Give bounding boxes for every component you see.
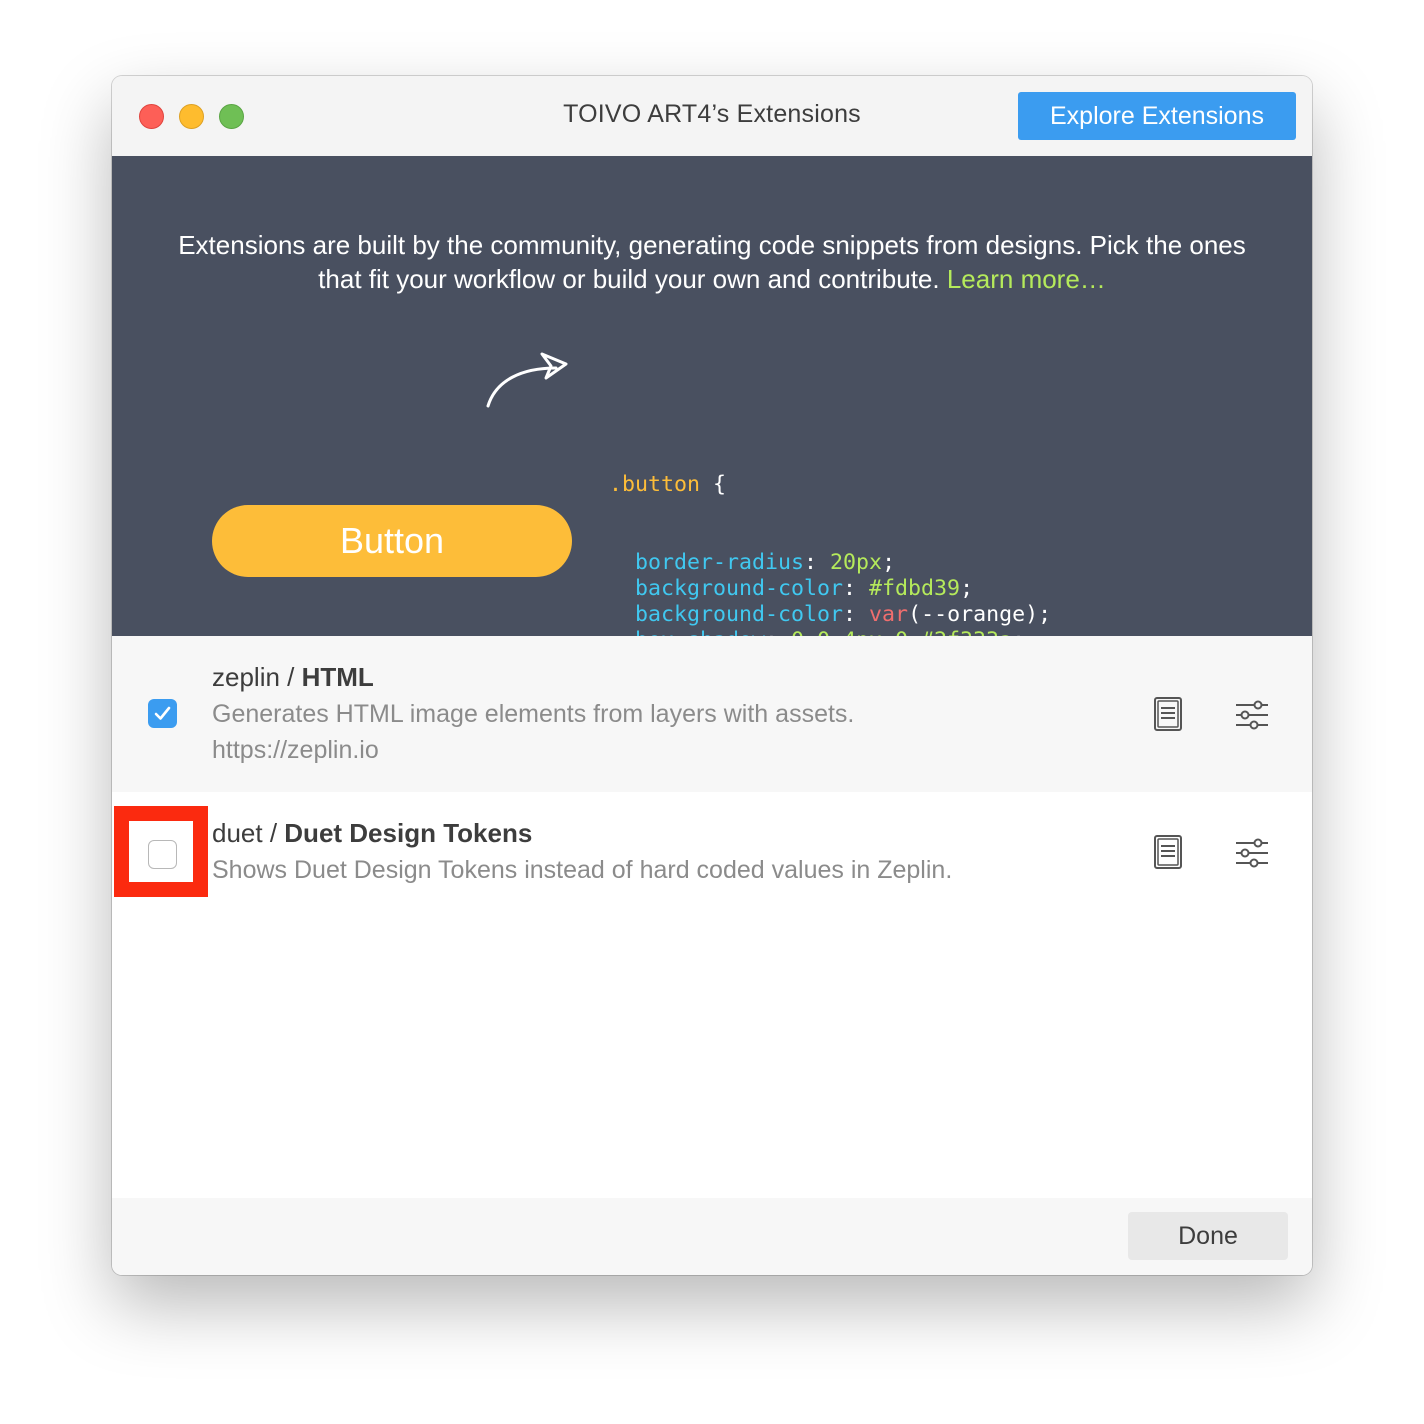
- extension-name: Duet Design Tokens: [284, 818, 533, 848]
- code-semicolon: ;: [882, 550, 896, 575]
- title-bar: TOIVO ART4’s Extensions Explore Extensio…: [112, 76, 1312, 157]
- code-semicolon: ;: [960, 576, 974, 601]
- code-semicolon: ;: [1038, 602, 1052, 627]
- extension-row-zeplin-html: zeplin / HTML Generates HTML image eleme…: [112, 636, 1312, 793]
- code-property: background-color: [635, 576, 844, 601]
- extension-title: duet / Duet Design Tokens: [212, 818, 532, 849]
- document-icon[interactable]: [1148, 833, 1188, 873]
- document-icon[interactable]: [1148, 695, 1188, 735]
- code-open-brace: {: [700, 472, 727, 497]
- extension-title: zeplin / HTML: [212, 662, 374, 693]
- curved-arrow-icon: [486, 352, 568, 408]
- extension-checkbox[interactable]: [148, 840, 177, 869]
- extensions-window: TOIVO ART4’s Extensions Explore Extensio…: [112, 76, 1312, 1275]
- code-line: background-color: var(--orange);: [609, 602, 1194, 628]
- code-token: (--orange): [908, 602, 1039, 627]
- extension-owner: duet /: [212, 818, 285, 848]
- code-selector: .button: [609, 472, 701, 497]
- extension-owner: zeplin /: [212, 662, 302, 692]
- hero-description: Extensions are built by the community, g…: [172, 228, 1252, 296]
- extension-checkbox[interactable]: [148, 699, 177, 728]
- code-property: border-radius: [635, 550, 805, 575]
- code-property: background-color: [635, 602, 844, 627]
- code-colon: :: [843, 576, 870, 601]
- code-line-selector: .button {: [609, 472, 1194, 498]
- sliders-icon[interactable]: [1232, 695, 1272, 735]
- extension-link[interactable]: https://zeplin.io: [212, 736, 379, 765]
- extension-description: Generates HTML image elements from layer…: [212, 700, 855, 728]
- code-token: 20px: [830, 550, 883, 575]
- checkmark-icon: [154, 706, 171, 720]
- code-colon: :: [804, 550, 831, 575]
- hero-banner: Extensions are built by the community, g…: [112, 156, 1312, 809]
- done-button[interactable]: Done: [1128, 1212, 1288, 1260]
- code-colon: :: [843, 602, 870, 627]
- dialog-footer: Done: [112, 1198, 1312, 1275]
- demo-button-preview: Button: [212, 505, 572, 577]
- extension-row-duet-design-tokens: duet / Duet Design Tokens Shows Duet Des…: [112, 792, 1312, 932]
- code-token: var: [869, 602, 909, 627]
- learn-more-link[interactable]: Learn more…: [947, 264, 1106, 294]
- extension-description: Shows Duet Design Tokens instead of hard…: [212, 856, 953, 884]
- extension-name: HTML: [301, 662, 374, 692]
- code-line: border-radius: 20px;: [609, 550, 1194, 576]
- code-token: #fdbd39: [869, 576, 961, 601]
- explore-extensions-button[interactable]: Explore Extensions: [1018, 92, 1296, 140]
- sliders-icon[interactable]: [1232, 833, 1272, 873]
- code-line: background-color: #fdbd39;: [609, 576, 1194, 602]
